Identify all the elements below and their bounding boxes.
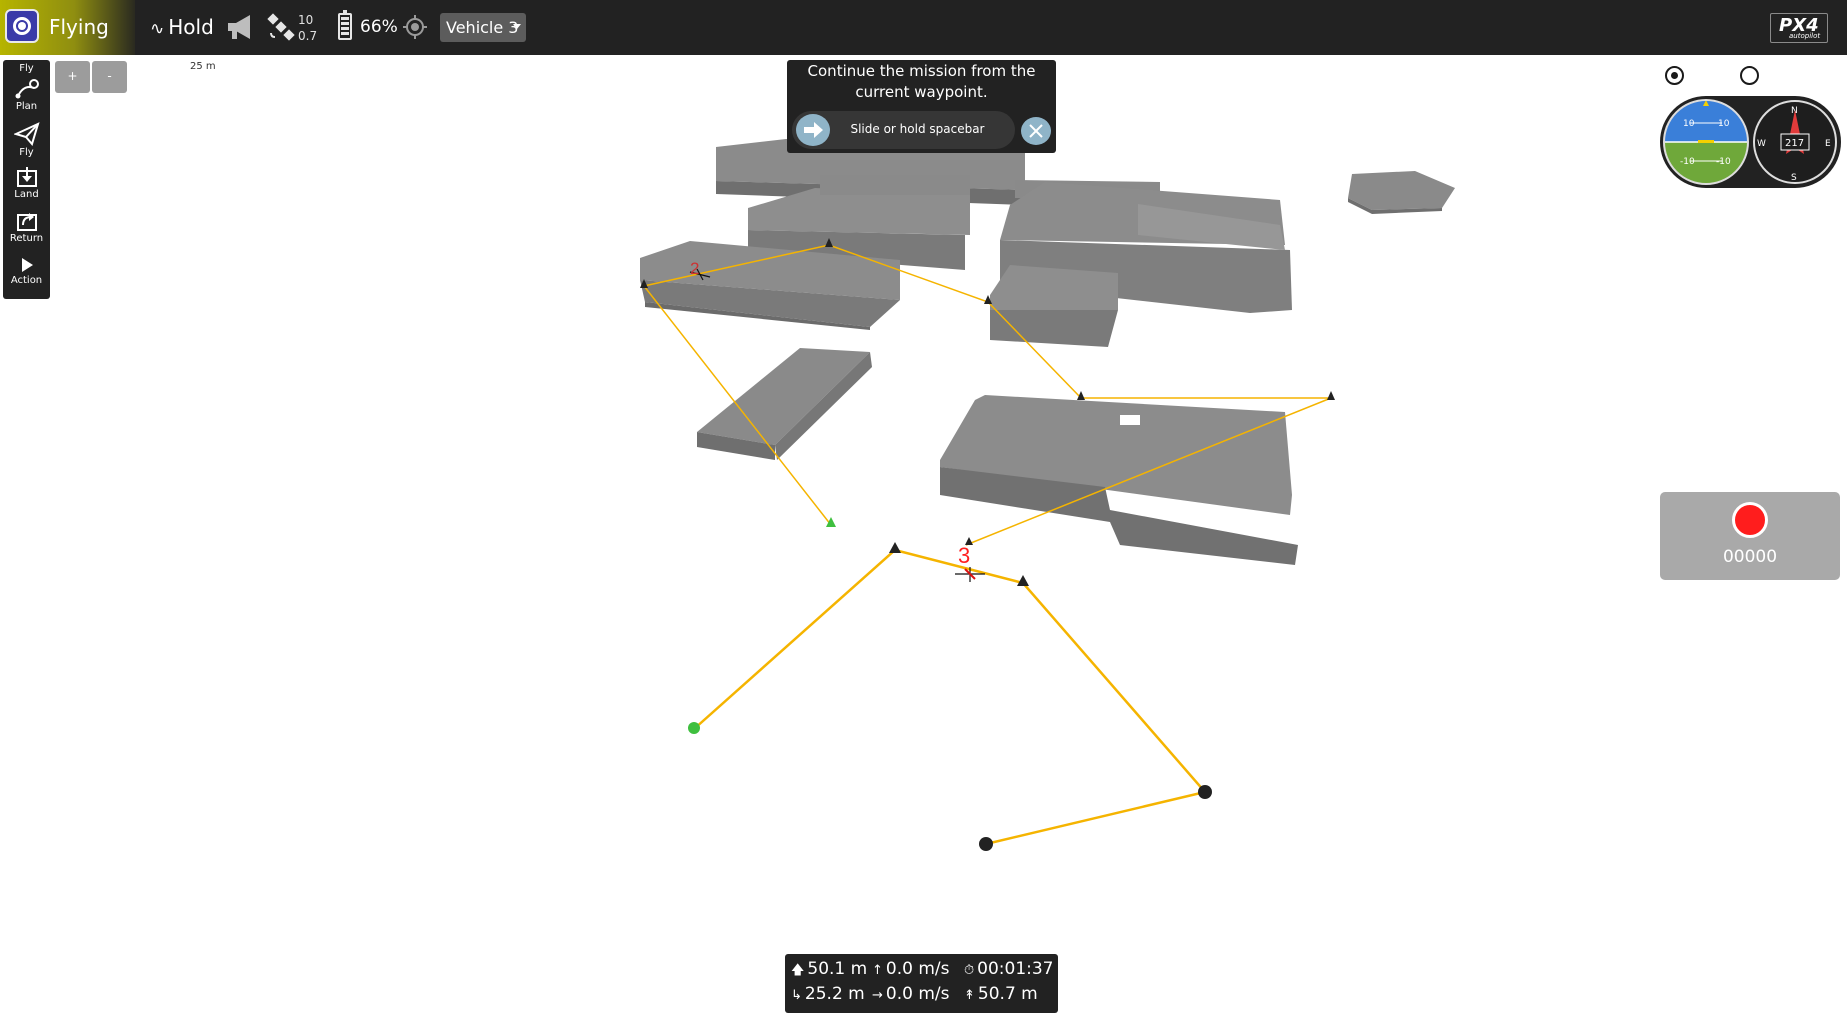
- toolstrip-plan-label: Plan: [15, 101, 38, 112]
- guided-action-confirm: Continue the mission from the current wa…: [787, 60, 1056, 153]
- confirm-message: Continue the mission from the current wa…: [807, 62, 1036, 101]
- toolstrip-return-button[interactable]: Return: [3, 210, 50, 254]
- toolstrip-return-label: Return: [9, 233, 44, 244]
- person-icon: ↟: [964, 988, 975, 1003]
- pitch-down-right: -10: [1716, 157, 1731, 167]
- map-scale: 25 m: [190, 61, 216, 72]
- toolstrip-header: Fly: [19, 63, 34, 74]
- attitude-indicator: [1664, 100, 1748, 184]
- toolstrip-plan-button[interactable]: Plan: [3, 78, 50, 122]
- vertical-speed-text: 0.0 m/s: [885, 959, 950, 979]
- record-button[interactable]: [1732, 502, 1768, 538]
- compass-w: W: [1757, 139, 1766, 149]
- slider-label: Slide or hold spacebar: [850, 122, 985, 136]
- battery-icon[interactable]: [338, 10, 352, 40]
- return-icon: [16, 213, 37, 231]
- toolstrip-fly-button[interactable]: Fly: [3, 122, 50, 166]
- confirm-slider[interactable]: Slide or hold spacebar: [792, 111, 1015, 149]
- toolstrip-action-button[interactable]: Action: [3, 256, 50, 300]
- compass-e: E: [1825, 139, 1831, 149]
- top-toolbar: Flying ∿ Hold 10 0.7 66% Vehicle 3 PX4 a…: [0, 0, 1847, 55]
- video-record-panel: 00000: [1660, 492, 1840, 580]
- waypoint-label-3: 3: [958, 543, 970, 568]
- paper-plane-icon: [13, 122, 40, 146]
- flight-status-text: Flying: [49, 15, 109, 39]
- turn-arrow-icon: ↳: [791, 988, 802, 1003]
- pitch-down-left: -10: [1680, 157, 1695, 167]
- telemetry-values[interactable]: 🡅 50.1 m ↑ 0.0 m/s ⏱ 00:01:37 ↳ 25.2 m → 0.0 …: [785, 954, 1058, 1013]
- battery-percent: 66%: [360, 17, 398, 37]
- gps-count: 10: [298, 13, 314, 27]
- zoom-in-button[interactable]: +: [55, 61, 90, 93]
- flight-time-text: 00:01:37: [977, 959, 1054, 979]
- vertical-speed-value: ↑ 0.0 m/s: [872, 959, 950, 979]
- stopwatch-icon: ⏱: [964, 963, 975, 978]
- toolstrip-fly-label: Fly: [19, 147, 34, 158]
- chevron-down-icon: [513, 24, 521, 29]
- compass-s: S: [1791, 173, 1797, 183]
- toolstrip-action-label: Action: [10, 275, 43, 286]
- record-counter: 00000: [1722, 547, 1778, 567]
- cancel-button[interactable]: [1021, 117, 1051, 145]
- fly-toolstrip: Fly Plan Fly Land Return Action: [3, 60, 50, 299]
- arrow-right-icon: [804, 122, 823, 138]
- gps-lock-icon[interactable]: [402, 14, 428, 40]
- arrow-up-bold-icon: 🡅: [791, 963, 805, 978]
- instrument-gauges: 10 10 -10 -10 N E S W 217: [1663, 99, 1837, 185]
- distance-home-text: 50.7 m: [977, 984, 1038, 1004]
- satellite-icon[interactable]: [267, 13, 295, 41]
- flight-mode-selector[interactable]: ∿ Hold: [150, 15, 214, 39]
- megaphone-icon[interactable]: [224, 12, 256, 42]
- flight-status-badge[interactable]: Flying: [0, 0, 135, 55]
- pitch-up-left: 10: [1683, 119, 1695, 129]
- zoom-out-button[interactable]: -: [92, 61, 127, 93]
- vehicle-selector-label: Vehicle 3: [446, 18, 519, 37]
- distance-home-value: ↟ 50.7 m: [964, 984, 1038, 1004]
- px4-logo: PX4 autopilot: [1770, 13, 1828, 43]
- slider-knob[interactable]: [796, 114, 830, 146]
- vehicle-selector[interactable]: Vehicle 3: [440, 13, 526, 42]
- arrow-right-icon: →: [872, 988, 883, 1003]
- altitude-value: 🡅 50.1 m: [791, 959, 867, 983]
- px4-logo-subtext: autopilot: [1789, 32, 1821, 40]
- compass: N E S W 217: [1753, 100, 1837, 184]
- play-icon: [21, 258, 33, 272]
- plan-icon: [15, 79, 39, 99]
- toolstrip-land-label: Land: [14, 189, 39, 200]
- waypoint-label-2: 2: [690, 259, 699, 278]
- gps-hdop: 0.7: [298, 29, 318, 43]
- qgc-window: 2 3 Flying ∿ Hold 10 0.7 66% Vehicle 3 P…: [0, 0, 1847, 1015]
- close-icon: [1029, 124, 1043, 138]
- instrument-radio-2[interactable]: [1740, 66, 1759, 85]
- horizontal-speed-value: → 0.0 m/s: [872, 984, 950, 1004]
- distance-text: 25.2 m: [804, 984, 865, 1004]
- land-icon: [16, 167, 37, 187]
- pitch-up-right: 10: [1718, 119, 1730, 129]
- map-3d-view[interactable]: 2 3: [0, 55, 1847, 1015]
- instrument-radio-1[interactable]: [1665, 66, 1684, 85]
- arrow-up-icon: ↑: [872, 963, 883, 978]
- horizontal-speed-text: 0.0 m/s: [885, 984, 950, 1004]
- instrument-panel[interactable]: 10 10 -10 -10 N E S W 217: [1660, 96, 1841, 188]
- gps-info: 10 0.7: [298, 12, 317, 44]
- buildings: [640, 139, 1455, 565]
- heading-value: 217: [1785, 138, 1804, 149]
- toolstrip-land-button[interactable]: Land: [3, 166, 50, 210]
- distance-value: ↳ 25.2 m: [791, 984, 865, 1004]
- waves-icon: ∿: [150, 19, 165, 39]
- flight-mode-label: Hold: [168, 15, 214, 39]
- flight-time-value: ⏱ 00:01:37: [964, 959, 1054, 979]
- altitude-text: 50.1 m: [807, 959, 868, 979]
- qgc-logo-icon[interactable]: [5, 9, 39, 43]
